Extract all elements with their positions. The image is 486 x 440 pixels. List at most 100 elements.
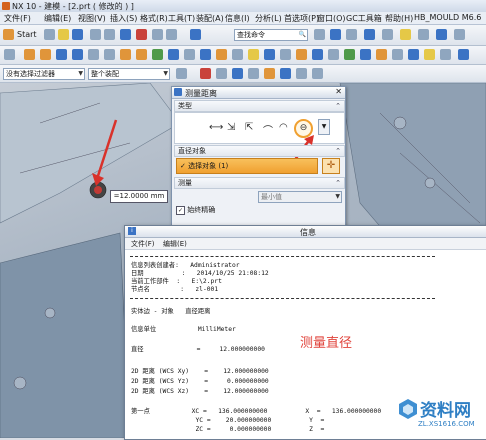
boss-icon[interactable] [72, 49, 83, 60]
bom-icon[interactable] [458, 49, 469, 60]
shade-icon[interactable] [400, 29, 411, 40]
info-line: 2D 距离 (WCS Xz) = 12.000000000 [131, 388, 269, 395]
endpoint-icon[interactable] [216, 68, 227, 79]
section-icon[interactable] [328, 49, 339, 60]
menu-format[interactable]: 格式(R) [140, 13, 168, 24]
menu-file[interactable]: 文件(F) [4, 13, 31, 24]
info-menu-bar: 文件(F) 编辑(E) [125, 238, 486, 250]
slider-icon[interactable] [424, 49, 435, 60]
redo-icon[interactable] [166, 29, 177, 40]
parting-icon[interactable] [376, 49, 387, 60]
measure-option-select[interactable]: 最小值 ▼ [258, 191, 342, 203]
delete-icon[interactable] [136, 29, 147, 40]
orient-icon[interactable] [382, 29, 393, 40]
replace-face-icon[interactable] [280, 49, 291, 60]
intersection-icon[interactable] [264, 68, 275, 79]
menu-edit[interactable]: 编辑(E) [44, 13, 71, 24]
copy-icon[interactable] [104, 29, 115, 40]
menu-analysis[interactable]: 分析(L) [255, 13, 282, 24]
type-section-header[interactable]: 类型 ⌃ [174, 100, 345, 112]
undo-icon[interactable] [152, 29, 163, 40]
sew-icon[interactable] [232, 49, 243, 60]
radius-icon[interactable]: ◠ [279, 122, 288, 133]
chevron-down-icon[interactable]: ▼ [318, 119, 330, 135]
info-menu-edit[interactable]: 编辑(E) [163, 239, 187, 249]
draft-icon[interactable] [264, 49, 275, 60]
length-icon[interactable]: ⌒ [263, 122, 273, 137]
assembly-scope-select[interactable]: 整个装配 ▼ [88, 68, 170, 80]
ejector-icon[interactable] [408, 49, 419, 60]
distance-type-icon[interactable]: ⟷ [209, 122, 223, 133]
hole-icon[interactable] [56, 49, 67, 60]
trim-body-icon[interactable] [216, 49, 227, 60]
command-finder-icon[interactable] [190, 29, 201, 40]
open-icon[interactable] [58, 29, 69, 40]
electrode-icon[interactable] [360, 49, 371, 60]
always-precise-row[interactable]: ✓ 始终精确 [176, 205, 215, 215]
pattern-icon[interactable] [168, 49, 179, 60]
unite-icon[interactable] [88, 49, 99, 60]
mold-icon[interactable] [344, 49, 355, 60]
select-object-field[interactable]: ✓ 选择对象 (1) [176, 158, 318, 174]
radius-object-section-header[interactable]: 直径对象 ⌃ [174, 145, 345, 157]
revolve-icon[interactable] [40, 49, 51, 60]
select-all-icon[interactable] [176, 68, 187, 79]
cooling-icon[interactable] [392, 49, 403, 60]
measure-section-header[interactable]: 测量 ⌃ [174, 177, 345, 189]
sketch-icon[interactable] [4, 49, 15, 60]
subtract-icon[interactable] [104, 49, 115, 60]
shell-icon[interactable] [152, 49, 163, 60]
menu-help[interactable]: 帮助(H) [385, 13, 413, 24]
new-icon[interactable] [44, 29, 55, 40]
menu-tools[interactable]: 工具(T) [168, 13, 195, 24]
info-line: 2D 距离 (WCS Xy) = 12.000000000 [131, 368, 269, 375]
watermark-url: ZL.XS1616.COM [418, 420, 475, 428]
edge-blend-icon[interactable] [120, 49, 131, 60]
projected-distance-icon[interactable]: ⇲ [227, 122, 235, 133]
menu-preferences[interactable]: 首选项(P) [284, 13, 319, 24]
menu-insert[interactable]: 插入(S) [110, 13, 137, 24]
view-icon[interactable] [314, 29, 325, 40]
extrude-icon[interactable] [24, 49, 35, 60]
close-icon[interactable]: ✕ [335, 87, 342, 96]
cut-icon[interactable] [90, 29, 101, 40]
zoom-icon[interactable] [436, 29, 447, 40]
offset-face-icon[interactable] [248, 49, 259, 60]
info-menu-file[interactable]: 文件(F) [131, 239, 155, 249]
mirror-icon[interactable] [184, 49, 195, 60]
menu-gc-toolbox[interactable]: GC工具箱 [346, 13, 382, 24]
always-precise-checkbox[interactable]: ✓ [176, 205, 185, 215]
render-icon[interactable] [364, 29, 375, 40]
existing-point-icon[interactable] [312, 68, 323, 79]
fit-icon[interactable] [454, 29, 465, 40]
arc-center-icon[interactable] [280, 68, 291, 79]
screen-distance-icon[interactable]: ⇱ [245, 122, 253, 133]
crosshair-select-icon[interactable]: ✛ [322, 158, 340, 174]
chamfer-icon[interactable] [136, 49, 147, 60]
menu-window[interactable]: 窗口(O) [317, 13, 346, 24]
datum-plane-icon[interactable] [200, 49, 211, 60]
start-button[interactable]: Start [17, 30, 37, 39]
menu-hb-mould[interactable]: HB_MOULD M6.6 [414, 13, 481, 22]
menu-bar: 文件(F) 编辑(E) 视图(V) 插入(S) 格式(R) 工具(T) 装配(A… [0, 12, 486, 25]
standard-toolbar: Start 查找命令 🔍 [0, 25, 486, 46]
layer-icon[interactable] [346, 29, 357, 40]
selection-filter-select[interactable]: 没有选择过滤器 ▼ [3, 68, 85, 80]
control-point-icon[interactable] [248, 68, 259, 79]
quadrant-icon[interactable] [296, 68, 307, 79]
command-search-input[interactable]: 查找命令 🔍 [234, 29, 308, 41]
measure-icon[interactable] [312, 49, 323, 60]
menu-view[interactable]: 视图(V) [78, 13, 106, 24]
move-face-icon[interactable] [296, 49, 307, 60]
save-icon[interactable] [72, 29, 83, 40]
display-icon[interactable] [330, 29, 341, 40]
wcs-icon[interactable] [418, 29, 429, 40]
paste-icon[interactable] [120, 29, 131, 40]
midpoint-icon[interactable] [232, 68, 243, 79]
collapse-icon: ⌃ [335, 179, 341, 187]
standard-part-icon[interactable] [440, 49, 451, 60]
nx-start-icon [3, 29, 14, 40]
snap-point-icon[interactable] [200, 68, 211, 79]
menu-assembly[interactable]: 装配(A) [196, 13, 224, 24]
menu-info[interactable]: 信息(I) [225, 13, 250, 24]
